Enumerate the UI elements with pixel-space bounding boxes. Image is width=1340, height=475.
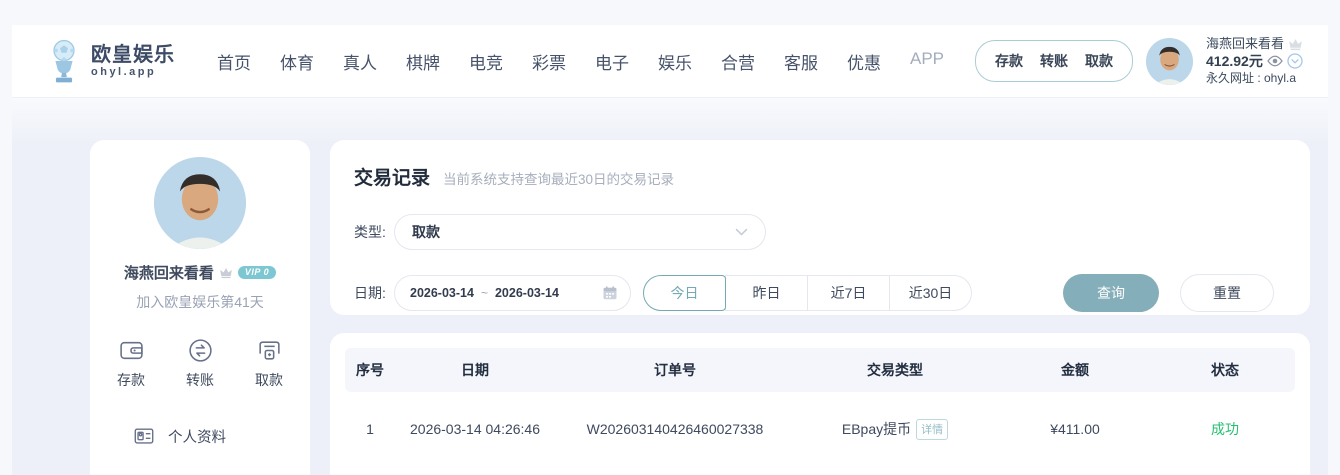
main-nav: 首页 体育 真人 棋牌 电竞 彩票 电子 娱乐 合营 客服 优惠 APP	[217, 49, 944, 74]
page-body: 海燕回来看看 VIP 0 加入欧皇娱乐第41天 存款 转账 取款 个人资料 交易…	[12, 97, 1328, 475]
nav-item-esports[interactable]: 电竞	[469, 49, 503, 74]
brand-name: 欧皇娱乐	[91, 43, 175, 66]
nav-item-affiliate[interactable]: 合营	[721, 49, 755, 74]
user-balance: 412.92元	[1206, 53, 1263, 69]
sidebar-withdraw-action[interactable]: 取款	[255, 337, 283, 390]
chevron-down-circle-icon[interactable]	[1287, 53, 1303, 69]
range-yesterday-button[interactable]: 昨日	[725, 275, 808, 311]
vip-level-badge: VIP 0	[237, 266, 277, 279]
table-header-row: 序号 日期 订单号 交易类型 金额 状态	[345, 348, 1295, 392]
date-to: 2026-03-14	[494, 286, 559, 300]
query-button[interactable]: 查询	[1063, 274, 1159, 312]
top-navbar: 欧皇娱乐 ohyl.app 首页 体育 真人 棋牌 电竞 彩票 电子 娱乐 合营…	[12, 25, 1328, 97]
cell-index: 1	[366, 421, 374, 437]
sidebar-avatar[interactable]	[154, 157, 246, 249]
page-title: 交易记录	[354, 168, 431, 189]
wallet-actions-pill: 存款 转账 取款	[975, 40, 1133, 82]
range-today-button[interactable]: 今日	[643, 275, 726, 311]
brand-logo[interactable]: 欧皇娱乐 ohyl.app	[45, 38, 175, 84]
col-index: 序号	[356, 362, 384, 378]
menu-item-profile[interactable]: 个人资料	[90, 417, 310, 455]
transfer-icon	[187, 337, 214, 364]
calendar-icon[interactable]	[602, 285, 618, 301]
type-select-value: 取款	[412, 224, 440, 240]
nav-item-app[interactable]: APP	[910, 49, 944, 74]
table-row: 1 2026-03-14 04:26:46 W20260314042646002…	[345, 392, 1295, 466]
sidebar-transfer-action[interactable]: 转账	[186, 337, 214, 390]
eye-icon[interactable]	[1267, 55, 1283, 67]
nav-item-sports[interactable]: 体育	[280, 49, 314, 74]
nav-item-service[interactable]: 客服	[784, 49, 818, 74]
cell-date: 2026-03-14 04:26:46	[410, 421, 540, 437]
nav-item-home[interactable]: 首页	[217, 49, 251, 74]
wallet-icon	[118, 337, 145, 364]
col-order-no: 订单号	[654, 362, 696, 378]
range-7days-button[interactable]: 近7日	[807, 275, 890, 311]
trophy-ball-icon	[45, 38, 83, 84]
date-filter-label: 日期:	[354, 285, 386, 301]
crown-badge-icon	[1288, 38, 1303, 51]
cell-type: EBpay提币 详情	[795, 418, 995, 440]
cell-status: 成功	[1211, 421, 1239, 437]
detail-badge[interactable]: 详情	[916, 418, 949, 440]
col-date: 日期	[461, 362, 489, 378]
crown-badge-icon	[219, 267, 233, 279]
nav-item-entertainment[interactable]: 娱乐	[658, 49, 692, 74]
type-filter-label: 类型:	[354, 224, 386, 240]
brand-domain: ohyl.app	[91, 65, 157, 78]
filter-card: 交易记录 当前系统支持查询最近30日的交易记录 类型: 取款 日期: 2026-…	[330, 140, 1310, 315]
user-info: 海燕回来看看 412.92元 永久网址 : ohyl.a	[1206, 36, 1318, 86]
nav-item-chess[interactable]: 棋牌	[406, 49, 440, 74]
join-days-text: 加入欧皇娱乐第41天	[136, 294, 264, 310]
nav-item-lottery[interactable]: 彩票	[532, 49, 566, 74]
records-table-card: 序号 日期 订单号 交易类型 金额 状态 1 2026-03-14 04:26:…	[330, 333, 1310, 475]
withdraw-icon	[256, 337, 283, 364]
range-30days-button[interactable]: 近30日	[889, 275, 972, 311]
date-separator: ~	[480, 286, 488, 300]
id-card-icon	[133, 425, 155, 447]
type-select[interactable]: 取款	[394, 214, 766, 250]
profile-sidebar: 海燕回来看看 VIP 0 加入欧皇娱乐第41天 存款 转账 取款 个人资料	[90, 140, 310, 475]
col-type: 交易类型	[867, 362, 923, 378]
withdraw-link[interactable]: 取款	[1085, 51, 1113, 71]
user-name: 海燕回来看看	[1206, 36, 1285, 51]
chevron-down-icon	[735, 228, 748, 237]
date-from: 2026-03-14	[410, 286, 474, 300]
main-content: 交易记录 当前系统支持查询最近30日的交易记录 类型: 取款 日期: 2026-…	[330, 140, 1310, 475]
deposit-link[interactable]: 存款	[995, 51, 1023, 71]
cell-amount: ¥411.00	[1050, 421, 1100, 437]
reset-button[interactable]: 重置	[1180, 274, 1274, 312]
date-range-input[interactable]: 2026-03-14 ~ 2026-03-14	[394, 275, 631, 311]
col-amount: 金额	[1061, 362, 1089, 378]
quick-range-group: 今日 昨日 近7日 近30日	[643, 275, 972, 311]
col-status: 状态	[1211, 362, 1239, 378]
cell-order-no: W202603140426460027338	[586, 421, 764, 437]
permanent-url: 永久网址 : ohyl.a	[1206, 71, 1297, 85]
sidebar-quick-actions: 存款 转账 取款	[90, 337, 310, 390]
sidebar-deposit-action[interactable]: 存款	[117, 337, 145, 390]
page-subtitle: 当前系统支持查询最近30日的交易记录	[443, 172, 675, 187]
nav-item-live[interactable]: 真人	[343, 49, 377, 74]
transfer-link[interactable]: 转账	[1040, 51, 1068, 71]
sidebar-menu: 个人资料 VIP特权	[90, 417, 310, 475]
user-avatar[interactable]	[1146, 37, 1193, 85]
nav-item-slots[interactable]: 电子	[595, 49, 629, 74]
sidebar-username: 海燕回来看看	[123, 265, 214, 282]
nav-item-promo[interactable]: 优惠	[847, 49, 881, 74]
